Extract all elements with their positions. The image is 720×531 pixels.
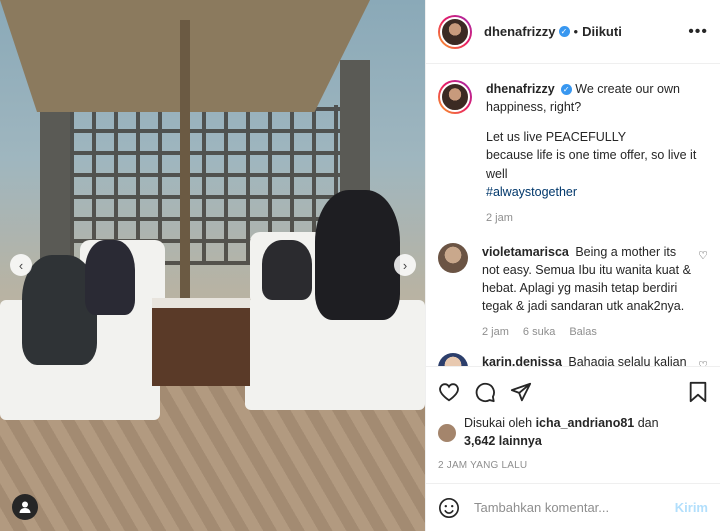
chevron-right-icon: ›	[402, 257, 408, 273]
verified-icon: ✓	[560, 84, 572, 96]
verified-icon: ✓	[558, 26, 570, 37]
heart-icon[interactable]	[438, 381, 460, 403]
post-header: dhenafrizzy ✓ • Diikuti •••	[426, 0, 720, 64]
comment-item: karin.denissa Bahagia selalu kalian ❤ ♡	[438, 353, 708, 366]
caption: dhenafrizzy ✓ We create our own happiness…	[438, 80, 708, 227]
comment-likes[interactable]: 6 suka	[523, 325, 555, 341]
post-actions: Disukai oleh icha_andriano81 dan 3,642 l…	[426, 366, 720, 483]
comment-username[interactable]: karin.denissa	[482, 355, 562, 366]
comment-time[interactable]: 2 jam	[482, 325, 509, 341]
comment-username[interactable]: violetamarisca	[482, 245, 569, 259]
next-photo-button[interactable]: ›	[394, 254, 416, 276]
caption-avatar[interactable]	[438, 80, 472, 114]
emoji-icon[interactable]	[438, 497, 460, 519]
prev-photo-button[interactable]: ‹	[10, 254, 32, 276]
post-photo[interactable]: ‹ ›	[0, 0, 425, 531]
comment-icon[interactable]	[474, 381, 496, 403]
send-comment-button[interactable]: Kirim	[675, 500, 708, 515]
separator-dot: •	[573, 24, 579, 39]
post-timestamp[interactable]: 2 JAM YANG LALU	[438, 460, 708, 483]
comment-avatar[interactable]	[438, 353, 468, 366]
caption-username[interactable]: dhenafrizzy	[486, 82, 555, 96]
caption-line2: Let us live PEACEFULLY	[486, 130, 627, 145]
comments-list[interactable]: dhenafrizzy ✓ We create our own happiness…	[426, 64, 720, 366]
comment-avatar[interactable]	[438, 242, 468, 273]
more-options-icon[interactable]: •••	[688, 23, 708, 41]
umbrella-pole	[180, 20, 190, 300]
liker-avatar[interactable]	[438, 423, 456, 442]
comment-item: violetamarisca Being a mother its not ea…	[438, 242, 708, 341]
avatar[interactable]	[438, 14, 472, 49]
likes-summary: Disukai oleh icha_andriano81 dan 3,642 l…	[438, 415, 708, 450]
child-2	[85, 240, 135, 315]
caption-time[interactable]: 2 jam	[486, 211, 513, 227]
header-username[interactable]: dhenafrizzy	[484, 24, 556, 39]
follow-status-button[interactable]: Diikuti	[582, 24, 622, 39]
share-icon[interactable]	[510, 381, 532, 403]
chevron-left-icon: ‹	[18, 257, 24, 273]
user-tag-icon	[19, 501, 31, 513]
likes-others[interactable]: 3,642 lainnya	[464, 434, 542, 448]
comment-reply-button[interactable]: Balas	[569, 325, 597, 341]
likes-prefix: Disukai oleh	[464, 416, 533, 430]
post-side-panel: dhenafrizzy ✓ • Diikuti ••• dhenafrizzy ✓…	[425, 0, 720, 531]
likes-connector: dan	[637, 416, 659, 430]
child-3	[262, 240, 312, 300]
comment-like-icon[interactable]: ♡	[698, 359, 708, 366]
woman	[315, 190, 400, 320]
add-comment-bar: Tambahkan komentar... Kirim	[426, 483, 720, 531]
caption-hashtag[interactable]: #alwaystogether	[486, 183, 708, 201]
bookmark-icon[interactable]	[688, 381, 708, 403]
side-table	[152, 298, 250, 386]
comment-input[interactable]: Tambahkan komentar...	[474, 500, 675, 515]
user-tag-button[interactable]	[12, 494, 38, 520]
liker-username[interactable]: icha_andriano81	[536, 416, 635, 430]
caption-line3: because life is one time offer, so live …	[486, 148, 697, 181]
comment-like-icon[interactable]: ♡	[698, 249, 708, 265]
